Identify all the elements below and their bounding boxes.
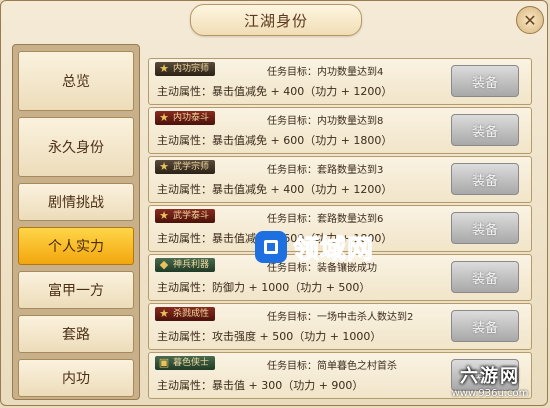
site-logo-main: 六游网	[460, 366, 520, 387]
star-icon: ★	[159, 209, 169, 222]
star-icon: ★	[159, 160, 169, 173]
title-bar: 江湖身份	[190, 4, 362, 36]
active-attribute: 主动属性：暴击值减免 + 400（功力 + 1200）	[157, 183, 393, 196]
equip-button[interactable]: 装备	[451, 163, 519, 195]
task-goal: 任务目标：内功数量达到4	[267, 67, 384, 78]
identity-badge: ★ 武学泰斗	[155, 209, 216, 223]
task-goal: 任务目标：简单暮色之村首杀	[267, 361, 397, 372]
equip-button[interactable]: 装备	[451, 212, 519, 244]
active-attribute: 主动属性：攻击强度 + 500（功力 + 1000）	[157, 330, 382, 343]
sidebar-item-personal-strength[interactable]: 个人实力	[18, 227, 134, 265]
active-attribute: 主动属性：暴击值 + 300（功力 + 900）	[157, 379, 364, 392]
star-icon: ★	[159, 307, 169, 320]
watermark: 领域网	[255, 227, 445, 267]
identity-badge: ★ 武学宗师	[155, 160, 216, 174]
identity-card: ★ 内功泰斗 任务目标：内功数量达到8 主动属性：暴击值减免 + 600（功力 +…	[148, 107, 532, 154]
identity-card: ★ 武学宗师 任务目标：套路数量达到3 主动属性：暴击值减免 + 400（功力 +…	[148, 156, 532, 203]
watermark-text: 领域网	[292, 234, 375, 265]
task-goal: 任务目标：内功数量达到8	[267, 116, 384, 127]
sidebar-item-wealthy[interactable]: 富甲一方	[18, 271, 134, 309]
sidebar-item-routine[interactable]: 套路	[18, 315, 134, 353]
equip-button[interactable]: 装备	[451, 65, 519, 97]
sidebar: 总览 永久身份 剧情挑战 个人实力 富甲一方 套路 内功	[12, 44, 140, 400]
sidebar-item-label: 套路	[62, 327, 90, 343]
scroll-icon: ▣	[158, 356, 170, 369]
sidebar-item-label: 富甲一方	[48, 283, 104, 299]
identity-badge: ▣ 暮色侠士	[155, 356, 216, 370]
panel-title: 江湖身份	[243, 11, 308, 30]
identity-badge: ★ 杀戮成性	[155, 307, 216, 321]
sidebar-item-permanent-identity[interactable]: 永久身份	[18, 117, 134, 177]
sidebar-item-story-challenge[interactable]: 剧情挑战	[18, 183, 134, 221]
sidebar-item-label: 内功	[62, 371, 90, 387]
site-logo: 六游网 www.936u.com	[436, 362, 544, 404]
active-attribute: 主动属性：暴击值减免 + 400（功力 + 1200）	[157, 85, 393, 98]
site-logo-url: www.936u.com	[451, 388, 529, 399]
star-icon: ★	[159, 62, 169, 75]
equip-button[interactable]: 装备	[451, 310, 519, 342]
identity-badge: ★ 内功宗师	[155, 62, 216, 76]
identity-card: ★ 内功宗师 任务目标：内功数量达到4 主动属性：暴击值减免 + 400（功力 +…	[148, 58, 532, 105]
bag-icon: ◆	[159, 258, 169, 271]
star-icon: ★	[159, 111, 169, 124]
equip-button[interactable]: 装备	[451, 114, 519, 146]
sidebar-item-label: 总览	[62, 74, 90, 90]
close-button[interactable]: ✕	[516, 6, 544, 34]
task-goal: 任务目标：一场中击杀人数达到2	[267, 312, 414, 323]
task-goal: 任务目标：套路数量达到6	[267, 214, 384, 225]
identity-list[interactable]: ★ 内功宗师 任务目标：内功数量达到4 主动属性：暴击值减免 + 400（功力 +…	[148, 44, 534, 400]
sidebar-item-label: 个人实力	[48, 239, 104, 255]
sidebar-item-label: 剧情挑战	[48, 195, 104, 211]
sidebar-item-label: 永久身份	[48, 140, 104, 156]
task-goal: 任务目标：套路数量达到3	[267, 165, 384, 176]
active-attribute: 主动属性：暴击值减免 + 600（功力 + 1800）	[157, 134, 393, 147]
identity-badge: ◆ 神兵利器	[155, 258, 216, 272]
equip-button[interactable]: 装备	[451, 261, 519, 293]
identity-card: ★ 杀戮成性 任务目标：一场中击杀人数达到2 主动属性：攻击强度 + 500（功力…	[148, 303, 532, 350]
sidebar-item-inner-skill[interactable]: 内功	[18, 359, 134, 397]
close-icon: ✕	[523, 10, 537, 30]
identity-badge: ★ 内功泰斗	[155, 111, 216, 125]
active-attribute: 主动属性：防御力 + 1000（功力 + 500）	[157, 281, 371, 294]
sidebar-item-overview[interactable]: 总览	[18, 51, 134, 111]
watermark-logo-icon	[255, 231, 287, 263]
